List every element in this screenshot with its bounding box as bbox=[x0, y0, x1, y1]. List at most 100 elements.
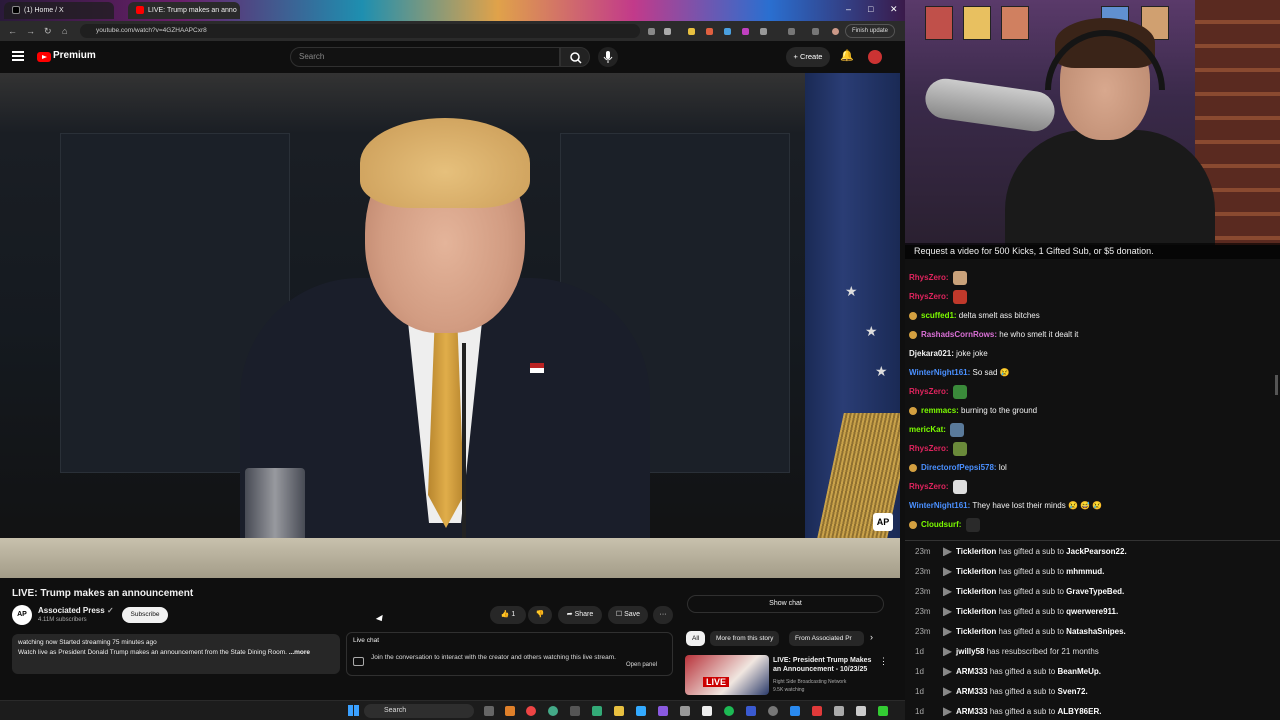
chip-all[interactable]: All bbox=[686, 631, 706, 646]
reload-icon[interactable]: ↻ bbox=[44, 26, 52, 37]
app-icon[interactable] bbox=[505, 706, 515, 716]
channel-name[interactable]: Associated Press ✓ bbox=[38, 606, 114, 615]
app-icon[interactable] bbox=[790, 706, 800, 716]
app-icon[interactable] bbox=[856, 706, 866, 716]
subscribe-button[interactable]: Subscribe bbox=[122, 607, 168, 623]
app-icon[interactable] bbox=[658, 706, 668, 716]
tab-youtube[interactable]: LIVE: Trump makes an anno bbox=[128, 2, 240, 19]
channel-avatar[interactable]: AP bbox=[12, 605, 32, 625]
app-icon[interactable] bbox=[878, 706, 888, 716]
chrome-icon[interactable] bbox=[526, 706, 536, 716]
bell-icon[interactable]: 🔔 bbox=[840, 49, 854, 62]
share-button[interactable]: ➦ Share bbox=[558, 606, 602, 624]
finish-update-button[interactable]: Finish update bbox=[845, 24, 895, 38]
search-input[interactable]: Search bbox=[290, 47, 560, 67]
download-icon[interactable] bbox=[812, 28, 819, 35]
live-chat-collapsed: Live chat Join the conversation to inter… bbox=[346, 632, 673, 676]
star-icon[interactable] bbox=[664, 28, 671, 35]
chat-username[interactable]: WinterNight161: bbox=[909, 368, 970, 377]
video-title: LIVE: Trump makes an announcement bbox=[12, 588, 194, 599]
recommended-thumbnail[interactable]: LIVE bbox=[685, 655, 769, 695]
mouse-cursor-icon bbox=[375, 614, 386, 624]
chat-username[interactable]: WinterNight161: bbox=[909, 501, 970, 510]
chip-from-channel[interactable]: From Associated Pr bbox=[789, 631, 864, 646]
brand-label: Premium bbox=[53, 50, 96, 61]
sidebar-icon[interactable] bbox=[788, 28, 795, 35]
app-icon[interactable] bbox=[702, 706, 712, 716]
app-icon[interactable] bbox=[812, 706, 822, 716]
chat-username[interactable]: Djekara021: bbox=[909, 349, 954, 358]
profile-icon[interactable] bbox=[832, 28, 839, 35]
more-actions-button[interactable]: ··· bbox=[653, 606, 673, 624]
extension-icon[interactable] bbox=[706, 28, 713, 35]
recommended-title[interactable]: LIVE: President Trump Makes an Announcem… bbox=[773, 656, 878, 674]
app-icon[interactable] bbox=[636, 706, 646, 716]
search-button[interactable] bbox=[560, 47, 590, 67]
event-time: 23m bbox=[915, 547, 931, 556]
app-icon[interactable] bbox=[746, 706, 756, 716]
chat-username[interactable]: mericKat: bbox=[909, 425, 946, 434]
chat-message: scuffed1: delta smelt ass bitches bbox=[909, 308, 1040, 324]
chat-username[interactable]: RhysZero: bbox=[909, 292, 949, 301]
youtube-logo-icon[interactable] bbox=[37, 52, 51, 62]
voice-search-button[interactable] bbox=[598, 47, 618, 67]
chat-username[interactable]: RhysZero: bbox=[909, 482, 949, 491]
chat-username[interactable]: Cloudsurf: bbox=[921, 520, 961, 529]
maximize-icon[interactable]: □ bbox=[868, 4, 873, 14]
description-box[interactable]: watching now Started streaming 75 minute… bbox=[12, 634, 340, 674]
chat-username[interactable]: RhysZero: bbox=[909, 444, 949, 453]
chat-username[interactable]: RashadsCornRows: bbox=[921, 330, 997, 339]
folder-icon[interactable] bbox=[614, 706, 624, 716]
minimize-icon[interactable]: – bbox=[846, 4, 851, 14]
app-icon[interactable] bbox=[834, 706, 844, 716]
screen: (1) Home / X LIVE: Trump makes an anno –… bbox=[0, 0, 1280, 720]
kebab-menu-icon[interactable]: ⋮ bbox=[879, 656, 888, 667]
app-icon[interactable] bbox=[592, 706, 602, 716]
chat-username[interactable]: RhysZero: bbox=[909, 273, 949, 282]
video-player[interactable]: ★ ★ ★ AP bbox=[0, 73, 900, 578]
task-view-icon[interactable] bbox=[484, 706, 494, 716]
url-field[interactable]: youtube.com/watch?v=4GZHAAPCxr8 bbox=[80, 24, 640, 38]
like-button[interactable]: 👍 1 bbox=[490, 606, 526, 624]
description-more-link[interactable]: ...more bbox=[289, 649, 310, 656]
chevron-right-icon[interactable]: › bbox=[870, 632, 873, 642]
forward-icon[interactable]: → bbox=[26, 26, 35, 36]
chat-scrollbar[interactable] bbox=[1275, 375, 1278, 395]
extension-icon[interactable] bbox=[742, 28, 749, 35]
chip-more-from-story[interactable]: More from this story bbox=[710, 631, 780, 646]
menu-icon[interactable] bbox=[12, 51, 24, 61]
chat-username[interactable]: RhysZero: bbox=[909, 387, 949, 396]
extension-icon[interactable] bbox=[688, 28, 695, 35]
chat-username[interactable]: remmacs: bbox=[921, 406, 959, 415]
app-icon[interactable] bbox=[680, 706, 690, 716]
windows-start-icon[interactable] bbox=[348, 705, 359, 716]
install-icon[interactable] bbox=[648, 28, 655, 35]
event-row: 23m Tickleriton has gifted a sub to Grave… bbox=[915, 584, 1124, 600]
close-icon[interactable]: ✕ bbox=[890, 4, 898, 15]
extension-icon[interactable] bbox=[724, 28, 731, 35]
emote-icon bbox=[965, 517, 980, 532]
account-avatar[interactable] bbox=[868, 50, 882, 64]
save-button[interactable]: ☐ Save bbox=[608, 606, 648, 624]
x-icon bbox=[12, 6, 20, 15]
chat-username[interactable]: DirectorofPepsi578: bbox=[921, 463, 997, 472]
app-icon[interactable] bbox=[548, 706, 558, 716]
event-action: has gifted a sub to bbox=[998, 567, 1064, 576]
event-row: 23m Tickleriton has gifted a sub to mhmmu… bbox=[915, 564, 1104, 580]
dislike-button[interactable]: 👎 bbox=[528, 606, 552, 624]
chat-username[interactable]: scuffed1: bbox=[921, 311, 957, 320]
taskbar-search-label: Search bbox=[384, 707, 407, 714]
puzzle-icon[interactable] bbox=[760, 28, 767, 35]
spotify-icon[interactable] bbox=[724, 706, 734, 716]
app-icon[interactable] bbox=[768, 706, 778, 716]
home-icon[interactable]: ⌂ bbox=[62, 26, 67, 36]
app-icon[interactable] bbox=[570, 706, 580, 716]
open-panel-button[interactable]: Open panel bbox=[626, 662, 657, 668]
back-icon[interactable]: ← bbox=[8, 26, 17, 36]
taskbar: Search bbox=[0, 700, 905, 720]
taskbar-search[interactable]: Search bbox=[364, 704, 474, 718]
tab-x-home[interactable]: (1) Home / X bbox=[4, 2, 114, 19]
create-button[interactable]: + Create bbox=[786, 47, 830, 67]
show-chat-button[interactable]: Show chat bbox=[687, 595, 884, 613]
event-row: 1d ARM333 has gifted a sub to ALBY86ER. bbox=[915, 704, 1101, 720]
